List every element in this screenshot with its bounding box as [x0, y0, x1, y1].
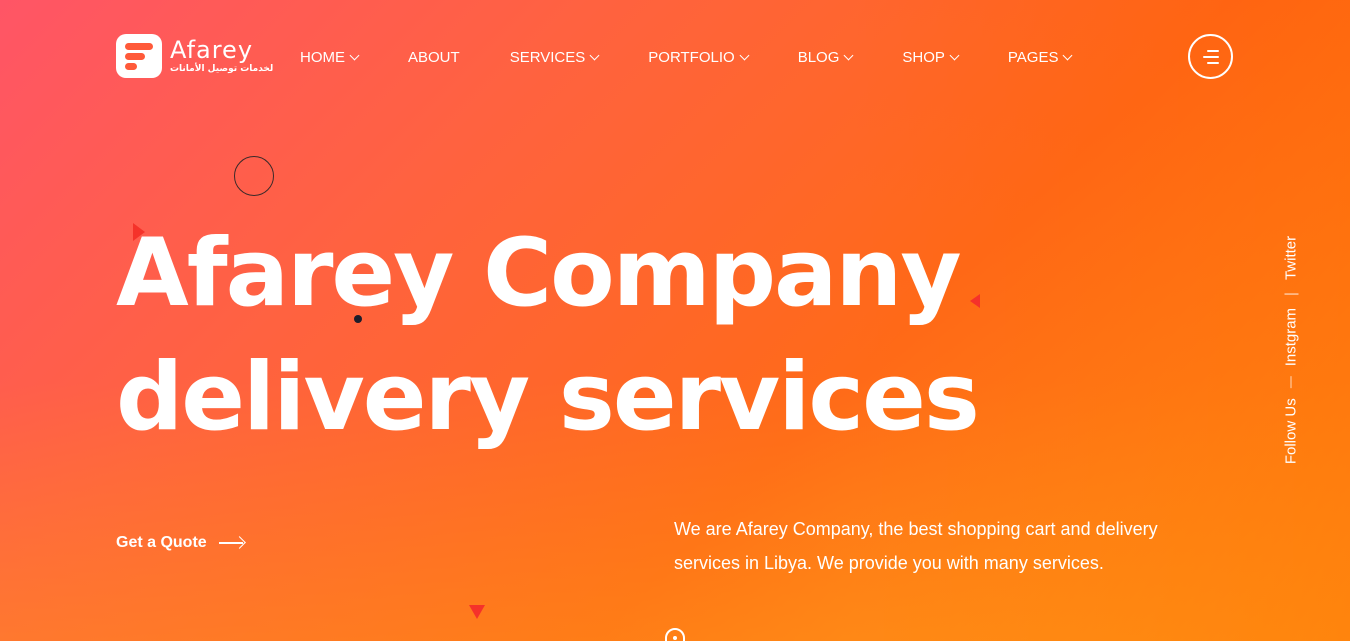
nav-item-label: ABOUT: [408, 48, 460, 66]
social-follow-bar: Follow Us Instgram | Twitter: [1283, 236, 1300, 464]
get-a-quote-button[interactable]: Get a Quote: [116, 534, 245, 552]
logo-icon: [116, 34, 162, 78]
hamburger-icon: [1206, 49, 1219, 52]
decorative-ring: [234, 156, 274, 196]
nav-item-portfolio[interactable]: PORTFOLIO: [648, 46, 750, 68]
nav-item-blog[interactable]: BLOG: [797, 46, 854, 68]
social-link-twitter[interactable]: Twitter: [1283, 236, 1300, 280]
hero-title-line: delivery services: [116, 343, 980, 452]
brand-tagline: لخدمات توصيل الأمانات: [170, 64, 274, 74]
nav-item-shop[interactable]: SHOP: [902, 46, 960, 68]
nav-item-label: SHOP: [902, 48, 945, 66]
chevron-down-icon: [349, 50, 360, 60]
nav-item-services[interactable]: SERVICES: [509, 46, 600, 68]
follow-us-label: Follow Us: [1282, 398, 1300, 465]
arrow-right-icon: [218, 537, 245, 549]
nav-item-label: SERVICES: [509, 48, 586, 66]
nav-item-label: BLOG: [797, 48, 840, 66]
brand-name: Afarey: [170, 36, 254, 64]
nav-item-label: PAGES: [1007, 48, 1059, 66]
hamburger-menu-button[interactable]: [1188, 34, 1233, 79]
hero-title-line: Afarey Company: [116, 219, 962, 328]
nav-item-label: PORTFOLIO: [648, 48, 735, 66]
separator-bar: |: [1282, 292, 1300, 296]
nav-item-pages[interactable]: PAGES: [1007, 46, 1073, 68]
main-nav: HOME ABOUT SERVICES PORTFOLIO BLOG SHOP …: [300, 46, 1121, 68]
scroll-dot-icon: [673, 636, 677, 640]
decorative-triangle: [469, 605, 485, 619]
chevron-down-icon: [589, 50, 600, 60]
chevron-down-icon: [843, 50, 854, 60]
chevron-down-icon: [739, 50, 750, 60]
cta-label: Get a Quote: [116, 534, 207, 551]
scroll-down-indicator[interactable]: [665, 628, 685, 641]
logo-text: Afarey لخدمات توصيل الأمانات: [170, 37, 273, 75]
nav-item-home[interactable]: HOME: [300, 46, 360, 68]
hero-description: We are Afarey Company, the best shopping…: [674, 519, 1158, 573]
nav-item-label: HOME: [300, 48, 345, 66]
site-header: Afarey لخدمات توصيل الأمانات HOME ABOUT …: [0, 0, 1350, 112]
social-link-instagram[interactable]: Instgram: [1283, 308, 1300, 366]
hero-title: Afarey Company delivery services: [116, 212, 1036, 460]
chevron-down-icon: [1063, 50, 1073, 60]
nav-item-about[interactable]: ABOUT: [408, 46, 460, 68]
brand-logo[interactable]: Afarey لخدمات توصيل الأمانات: [116, 34, 273, 78]
chevron-down-icon: [949, 50, 960, 60]
separator-dash: [1290, 376, 1292, 389]
